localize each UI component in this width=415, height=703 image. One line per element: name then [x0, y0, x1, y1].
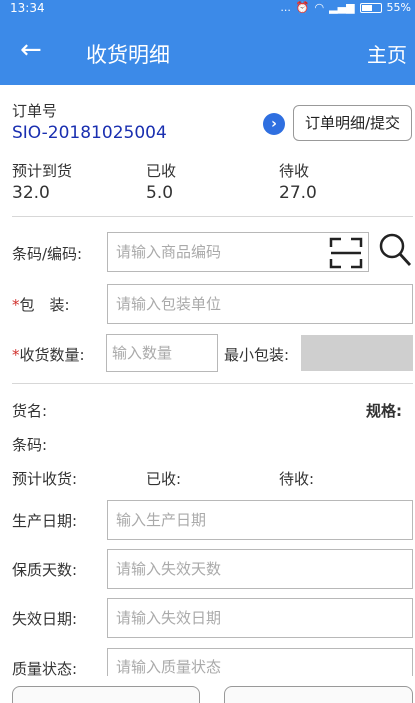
signal-icon: ▂▄▆	[329, 1, 355, 14]
status-time: 13:34	[10, 1, 45, 15]
quality-status-input[interactable]: 请输入质量状态	[107, 648, 413, 676]
divider	[12, 383, 413, 384]
production-date-input[interactable]: 输入生产日期	[107, 500, 413, 540]
wifi-icon: ◠	[314, 1, 325, 14]
shelf-life-input[interactable]: 请输入失效天数	[107, 549, 413, 589]
spec-label: 规格:	[366, 402, 402, 420]
quality-status-label: 质量状态:	[12, 660, 78, 678]
back-arrow-icon[interactable]: ←	[20, 35, 42, 65]
required-mark: *	[12, 346, 20, 364]
quantity-input[interactable]: 输入数量	[106, 334, 218, 372]
shelf-life-label: 保质天数:	[12, 561, 78, 579]
bottom-right-button[interactable]	[224, 686, 413, 703]
status-bar: 13:34 ... ⏰ ◠ ▂▄▆ 55%	[0, 0, 415, 19]
production-date-label: 生产日期:	[12, 512, 78, 530]
battery-icon	[359, 2, 382, 13]
required-mark: *	[12, 296, 20, 314]
expected-receipt-label: 预计收货:	[12, 470, 78, 488]
package-unit-input[interactable]: 请输入包装单位	[107, 284, 413, 324]
battery-percent: 55%	[386, 1, 411, 14]
barcode-label: 条码/编码:	[12, 245, 83, 263]
min-package-value	[301, 335, 413, 371]
goods-pending-label: 待收:	[279, 470, 315, 488]
alarm-icon: ⏰	[295, 1, 310, 14]
goods-received-label: 已收:	[146, 470, 182, 488]
expected-arrival-value: 32.0	[12, 183, 50, 203]
expiry-date-input[interactable]: 请输入失效日期	[107, 598, 413, 638]
divider	[12, 216, 413, 217]
received-label: 已收	[146, 162, 177, 180]
status-icons: ... ⏰ ◠ ▂▄▆ 55%	[280, 1, 411, 14]
quantity-label: *收货数量:	[12, 344, 85, 365]
quantity-label-text: 收货数量:	[19, 346, 85, 364]
goods-name-label: 货名:	[12, 402, 48, 420]
bottom-left-button[interactable]	[12, 686, 200, 703]
goods-barcode-label: 条码:	[12, 436, 48, 454]
min-package-label: 最小包装:	[224, 346, 290, 364]
scan-icon[interactable]	[329, 237, 363, 269]
status-dots: ...	[280, 1, 291, 14]
package-label: *包 装:	[12, 294, 70, 315]
expected-arrival-label: 预计到货	[12, 162, 73, 180]
chevron-right-icon[interactable]: ›	[263, 113, 285, 135]
expiry-date-label: 失效日期:	[12, 610, 78, 628]
received-value: 5.0	[146, 183, 174, 203]
home-button[interactable]: 主页	[367, 39, 407, 68]
pending-label: 待收	[279, 162, 310, 180]
page-title: 收货明细	[86, 43, 170, 67]
app-bar: ← 收货明细 主页	[0, 19, 415, 85]
order-number-label: 订单号	[12, 102, 58, 120]
pending-value: 27.0	[279, 183, 317, 203]
order-detail-submit-button[interactable]: 订单明细/提交	[293, 105, 412, 141]
search-icon[interactable]	[378, 232, 412, 268]
order-number-value: SIO-20181025004	[12, 123, 167, 143]
package-label-text: 包 装:	[19, 296, 70, 314]
